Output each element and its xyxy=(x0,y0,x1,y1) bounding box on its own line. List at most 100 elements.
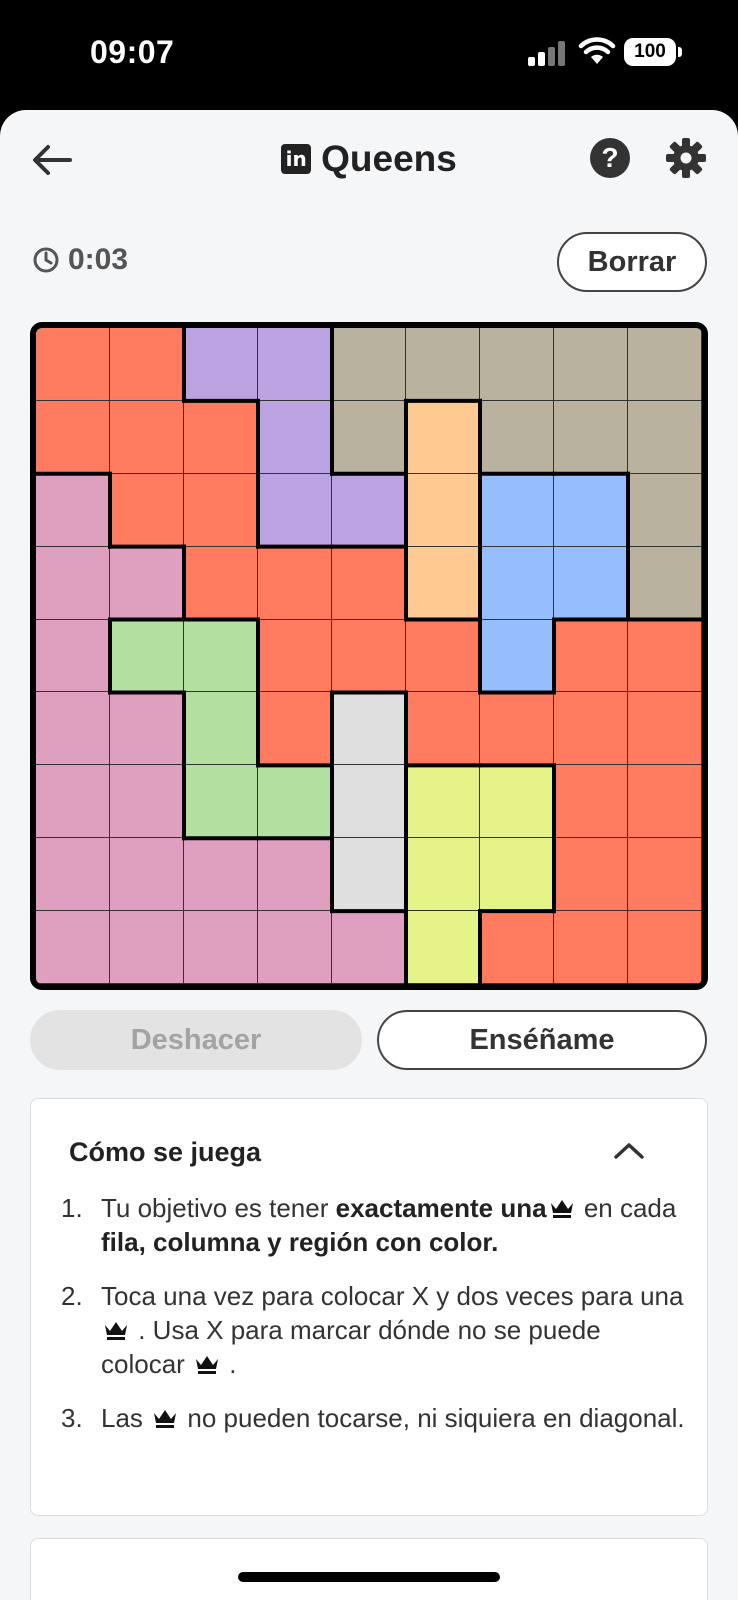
board-cell[interactable] xyxy=(258,473,332,547)
clear-button[interactable]: Borrar xyxy=(557,232,707,292)
board-cell[interactable] xyxy=(36,838,110,912)
board-cell[interactable] xyxy=(554,911,628,984)
board-cell[interactable] xyxy=(258,328,332,401)
board-cell[interactable] xyxy=(628,765,702,839)
undo-button[interactable]: Deshacer xyxy=(30,1010,362,1070)
board-cell[interactable] xyxy=(406,692,480,766)
step-bold: exactamente una xyxy=(335,1193,547,1223)
chevron-up-icon[interactable] xyxy=(611,1135,647,1165)
board-cell[interactable] xyxy=(258,400,332,474)
board-cell[interactable] xyxy=(184,328,258,401)
home-indicator xyxy=(238,1572,500,1582)
board-cell[interactable] xyxy=(628,692,702,766)
board-cell[interactable] xyxy=(406,765,480,839)
step-text: Tu objetivo es tener xyxy=(101,1193,336,1223)
board-cell[interactable] xyxy=(554,692,628,766)
board-cell[interactable] xyxy=(36,765,110,839)
board-cell[interactable] xyxy=(36,328,110,401)
board-cell[interactable] xyxy=(554,838,628,912)
timer: 0:03 xyxy=(32,240,128,280)
board-cell[interactable] xyxy=(480,328,554,401)
how-to-play-panel: Cómo se juega 1. Tu objetivo es tener ex… xyxy=(30,1098,708,1516)
board-cell[interactable] xyxy=(406,911,480,984)
step-text: Las xyxy=(101,1403,151,1433)
crown-icon xyxy=(550,1200,573,1218)
board-cell[interactable] xyxy=(332,692,406,766)
board-cell[interactable] xyxy=(110,838,184,912)
board-cell[interactable] xyxy=(554,473,628,547)
board-cell[interactable] xyxy=(332,838,406,912)
board-cell[interactable] xyxy=(406,838,480,912)
board-cell[interactable] xyxy=(332,911,406,984)
board-cell[interactable] xyxy=(332,765,406,839)
board-cell[interactable] xyxy=(184,765,258,839)
board-cell[interactable] xyxy=(258,692,332,766)
board-cell[interactable] xyxy=(110,692,184,766)
board-cell[interactable] xyxy=(36,473,110,547)
board-cell[interactable] xyxy=(628,911,702,984)
board-cell[interactable] xyxy=(184,838,258,912)
board-cell[interactable] xyxy=(480,473,554,547)
board-cell[interactable] xyxy=(36,546,110,620)
board-cell[interactable] xyxy=(406,619,480,693)
board-cell[interactable] xyxy=(36,911,110,984)
board-cell[interactable] xyxy=(406,473,480,547)
board-cell[interactable] xyxy=(110,546,184,620)
board-cell[interactable] xyxy=(406,546,480,620)
board-cell[interactable] xyxy=(36,692,110,766)
board-cell[interactable] xyxy=(480,400,554,474)
board-cell[interactable] xyxy=(628,400,702,474)
board-cell[interactable] xyxy=(628,546,702,620)
board-cell[interactable] xyxy=(628,328,702,401)
board-cell[interactable] xyxy=(258,838,332,912)
board-cell[interactable] xyxy=(110,911,184,984)
status-time: 09:07 xyxy=(90,34,175,70)
board-cell[interactable] xyxy=(258,911,332,984)
board-cell[interactable] xyxy=(480,619,554,693)
board-cell[interactable] xyxy=(184,473,258,547)
board-cell[interactable] xyxy=(554,400,628,474)
board-cell[interactable] xyxy=(110,619,184,693)
board-cell[interactable] xyxy=(480,765,554,839)
board-cell[interactable] xyxy=(332,546,406,620)
board-cell[interactable] xyxy=(480,911,554,984)
board-cell[interactable] xyxy=(258,546,332,620)
how-to-play-title: Cómo se juega xyxy=(69,1137,262,1167)
board-cell[interactable] xyxy=(332,619,406,693)
board-cell[interactable] xyxy=(480,838,554,912)
board-cell[interactable] xyxy=(258,619,332,693)
step-text: . Usa X para marcar dónde no se puede co… xyxy=(101,1315,601,1379)
board-cell[interactable] xyxy=(480,692,554,766)
board-cell[interactable] xyxy=(628,619,702,693)
board-cell[interactable] xyxy=(110,473,184,547)
board-cell[interactable] xyxy=(480,546,554,620)
board-cell[interactable] xyxy=(184,546,258,620)
board-cell[interactable] xyxy=(184,911,258,984)
board-cell[interactable] xyxy=(628,473,702,547)
step-number: 1. xyxy=(61,1193,83,1223)
teach-me-button[interactable]: Enséñame xyxy=(377,1010,707,1070)
board-cell[interactable] xyxy=(332,473,406,547)
board-cell[interactable] xyxy=(36,619,110,693)
board-cell[interactable] xyxy=(406,328,480,401)
board-cell[interactable] xyxy=(36,400,110,474)
board-cell[interactable] xyxy=(110,765,184,839)
help-icon[interactable]: ? xyxy=(590,138,630,178)
board-cell[interactable] xyxy=(110,400,184,474)
board-cell[interactable] xyxy=(554,765,628,839)
board-cell[interactable] xyxy=(184,692,258,766)
board-cell[interactable] xyxy=(332,400,406,474)
board-cell[interactable] xyxy=(258,765,332,839)
board-cell[interactable] xyxy=(110,328,184,401)
gear-icon[interactable] xyxy=(664,136,708,180)
board-cell[interactable] xyxy=(554,546,628,620)
board-cell[interactable] xyxy=(184,619,258,693)
clock-icon xyxy=(33,247,59,273)
board-cell[interactable] xyxy=(554,619,628,693)
board-cell[interactable] xyxy=(184,400,258,474)
board-cell[interactable] xyxy=(554,328,628,401)
board-cell[interactable] xyxy=(628,838,702,912)
board-cell[interactable] xyxy=(406,400,480,474)
board-cell[interactable] xyxy=(332,328,406,401)
timer-value: 0:03 xyxy=(68,243,129,276)
